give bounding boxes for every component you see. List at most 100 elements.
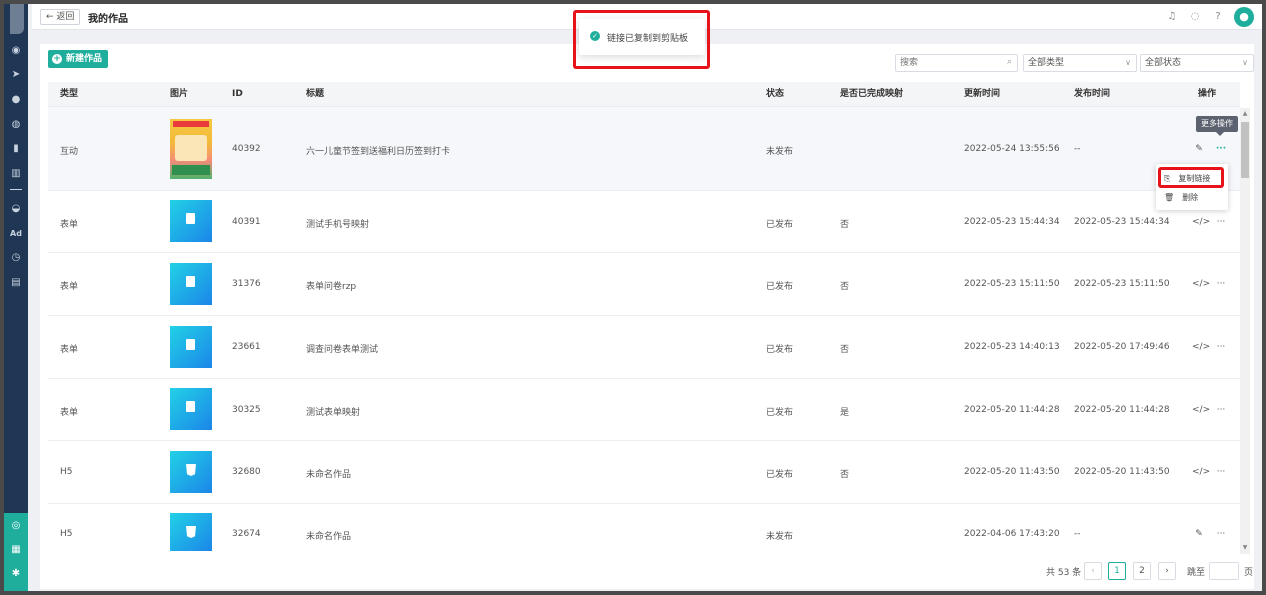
row-type: H5 [60,467,73,477]
delete-label: 删除 [1182,193,1199,202]
row-title[interactable]: 未命名作品 [306,467,351,480]
dashboard-icon[interactable]: ◉ [9,44,23,58]
more-icon[interactable]: ··· [1214,217,1228,227]
table-row[interactable]: 表单 30325 测试表单映射 已发布 是 2022-05-20 11:44:2… [48,379,1240,441]
document-icon[interactable]: ▤ [9,276,23,290]
code-icon[interactable]: </> [1192,467,1210,477]
users-icon[interactable]: ◍ [9,118,23,132]
col-title[interactable]: 标题 [306,82,324,107]
scroll-thumb[interactable] [1241,122,1249,178]
sidebar-collapse-tab[interactable] [10,4,24,34]
annotation-highlight-toast [573,10,710,69]
type-select[interactable]: 全部类型 ∨ [1023,54,1137,72]
table-row[interactable]: 表单 40391 测试手机号映射 已发布 否 2022-05-23 15:44:… [48,191,1240,253]
table-scrollbar[interactable]: ▲ ▼ [1240,108,1250,554]
table-row[interactable]: 表单 31376 表单问卷rzp 已发布 否 2022-05-23 15:11:… [48,253,1240,316]
row-actions: ✎ ··· [1192,529,1228,539]
chevron-down-icon: ∨ [1242,58,1248,67]
thumbnail-form[interactable] [170,326,212,368]
thumbnail-h5[interactable] [170,513,212,551]
thumbnail-form[interactable] [170,388,212,430]
menu-item-delete[interactable]: 🗑 删除 [1164,192,1198,203]
chat-icon[interactable]: ◒ [9,202,23,216]
row-status: 未发布 [766,532,794,542]
page-1-button[interactable]: 1 [1108,562,1126,580]
col-updated[interactable]: 更新时间 [964,82,1000,107]
table-row[interactable]: 互动 40392 六一儿童节签到送福利日历签到打卡 未发布 2022-05-24… [48,107,1240,191]
col-status[interactable]: 状态 [766,82,784,107]
row-updated: 2022-05-23 15:11:50 [964,279,1060,289]
row-mapped: 是 [840,408,850,418]
row-type: 表单 [60,345,79,355]
row-title[interactable]: 调查问卷表单测试 [306,342,378,355]
clock-icon[interactable]: ◷ [9,251,23,265]
search-icon[interactable]: ⌕ [1007,57,1012,67]
code-icon[interactable]: </> [1192,217,1210,227]
row-published: -- [1074,529,1081,539]
help-icon[interactable]: ? [1211,10,1225,24]
trash-icon: 🗑 [1164,193,1175,202]
message-icon[interactable]: ◌ [1188,10,1202,24]
page-2-button[interactable]: 2 [1133,562,1151,580]
more-icon[interactable]: ··· [1214,144,1228,154]
edit-icon[interactable]: ✎ [1192,529,1206,539]
table-row[interactable]: H5 32680 未命名作品 已发布 否 2022-05-20 11:43:50… [48,441,1240,504]
back-button[interactable]: ← 返回 [40,9,81,25]
col-id[interactable]: ID [232,82,243,107]
col-mapped[interactable]: 是否已完成映射 [840,82,903,107]
next-page-button[interactable]: › [1158,562,1176,580]
user-icon[interactable]: ● [9,93,23,107]
more-icon[interactable]: ··· [1214,529,1228,539]
send-icon[interactable]: ➤ [9,68,23,82]
new-work-button[interactable]: + 新建作品 [48,50,109,68]
table-row[interactable]: 表单 23661 调查问卷表单测试 已发布 否 2022-05-23 14:40… [48,316,1240,379]
code-icon[interactable]: </> [1192,405,1210,415]
code-icon[interactable]: </> [1192,342,1210,352]
bar-chart-icon[interactable]: ▥ [9,167,23,181]
row-title[interactable]: 六一儿童节签到送福利日历签到打卡 [306,144,450,157]
bell-icon[interactable]: ♫ [1165,10,1179,24]
more-icon[interactable]: ··· [1214,342,1228,352]
col-type[interactable]: 类型 [60,82,78,107]
col-published[interactable]: 发布时间 [1074,82,1110,107]
row-mapped: 否 [840,220,850,230]
row-id: 32680 [232,467,261,477]
row-title[interactable]: 测试手机号映射 [306,217,369,230]
row-status: 已发布 [766,408,794,418]
more-icon[interactable]: ··· [1214,467,1228,477]
row-title[interactable]: 测试表单映射 [306,405,360,418]
stack-icon[interactable]: ▦ [9,543,23,557]
prev-page-button[interactable]: ‹ [1084,562,1102,580]
scroll-down-icon[interactable]: ▼ [1241,544,1249,552]
search-input[interactable] [896,55,996,71]
row-updated: 2022-05-20 11:44:28 [964,405,1060,415]
gear-icon[interactable]: ✱ [9,567,23,581]
row-type: H5 [60,529,73,539]
ad-icon[interactable]: Ad [9,227,23,241]
search-box: ⌕ [895,54,1018,72]
more-icon[interactable]: ··· [1214,405,1228,415]
thumbnail-poster[interactable] [170,119,212,179]
row-updated: 2022-05-24 13:55:56 [964,144,1060,154]
more-icon[interactable]: ··· [1214,279,1228,289]
app-icon[interactable]: ◎ [9,519,23,533]
bookmark-icon[interactable]: ▮ [9,142,23,156]
thumbnail-form[interactable] [170,200,212,242]
row-updated: 2022-05-23 15:44:34 [964,217,1060,227]
code-icon[interactable]: </> [1192,279,1210,289]
thumbnail-form[interactable] [170,263,212,305]
row-actions: ✎ ··· [1192,144,1228,154]
avatar[interactable]: ● [1234,7,1254,27]
row-title[interactable]: 未命名作品 [306,529,351,542]
row-type: 互动 [60,147,79,157]
row-title[interactable]: 表单问卷rzp [306,279,356,292]
jump-page-input[interactable] [1209,562,1239,580]
status-select[interactable]: 全部状态 ∨ [1140,54,1254,72]
scroll-up-icon[interactable]: ▲ [1241,110,1249,118]
sidebar-divider [10,189,22,190]
table-row[interactable]: H5 32674 未命名作品 未发布 2022-04-06 17:43:20 -… [48,504,1240,554]
edit-icon[interactable]: ✎ [1192,144,1206,154]
row-published: 2022-05-23 15:11:50 [1074,279,1170,289]
left-sidebar: ◉ ➤ ● ◍ ▮ ▥ ◒ Ad ◷ ▤ ◎ ▦ ✱ [4,4,28,591]
thumbnail-h5[interactable] [170,451,212,493]
